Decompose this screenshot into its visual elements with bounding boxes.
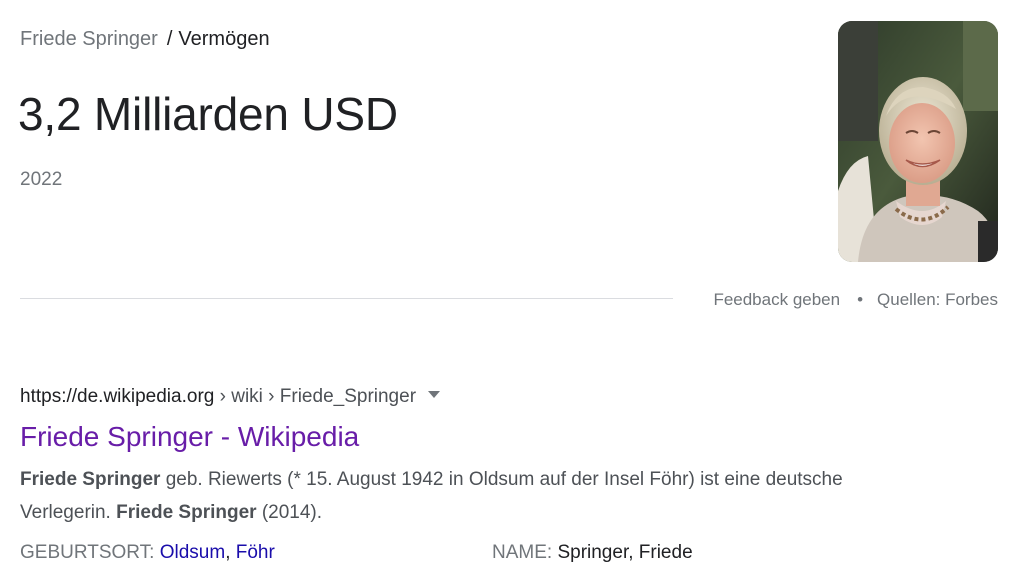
result-snippet: Friede Springer geb. Riewerts (* 15. Aug… [20, 463, 880, 529]
snippet-text-2: (2014). [256, 502, 323, 523]
portrait-image [838, 21, 998, 262]
result-url-path: › wiki › Friede_Springer [214, 386, 417, 407]
snippet-bold-2: Friede Springer [116, 502, 257, 523]
fact-name-label: NAME: [492, 542, 558, 563]
result-menu-chevron-down-icon[interactable] [428, 391, 441, 398]
result-title-link[interactable]: Friede Springer - Wikipedia [20, 420, 359, 454]
breadcrumb-entity-link[interactable]: Friede Springer [20, 28, 158, 50]
separator-dot: • [857, 290, 864, 309]
answer-value: 3,2 Milliarden USD [18, 88, 398, 140]
section-divider [20, 298, 673, 299]
feedback-row: Feedback geben • Quellen: Forbes [713, 289, 998, 311]
result-url[interactable]: https://de.wikipedia.org › wiki › Friede… [20, 385, 441, 409]
feedback-link[interactable]: Feedback geben [713, 290, 840, 309]
fact-name-value: Springer, Friede [557, 542, 693, 563]
answer-year: 2022 [20, 169, 63, 190]
breadcrumb: Friede Springer / Vermögen [20, 27, 270, 51]
person-photo[interactable] [838, 21, 998, 262]
fact-birthplace-label: GEBURTSORT: [20, 542, 160, 563]
fact-name: NAME: Springer, Friede [492, 540, 693, 566]
breadcrumb-attribute: Vermögen [178, 28, 270, 50]
birthplace-link-oldsum[interactable]: Oldsum [160, 542, 225, 563]
snippet-bold-1: Friede Springer [20, 469, 161, 490]
sources-link[interactable]: Quellen: Forbes [877, 290, 998, 309]
result-url-domain: https://de.wikipedia.org [20, 386, 215, 407]
birthplace-link-foehr[interactable]: Föhr [236, 542, 275, 563]
fact-birthplace: GEBURTSORT: Oldsum, Föhr [20, 540, 275, 566]
breadcrumb-separator: / [166, 28, 173, 50]
fact-birthplace-sep: , [225, 542, 236, 563]
